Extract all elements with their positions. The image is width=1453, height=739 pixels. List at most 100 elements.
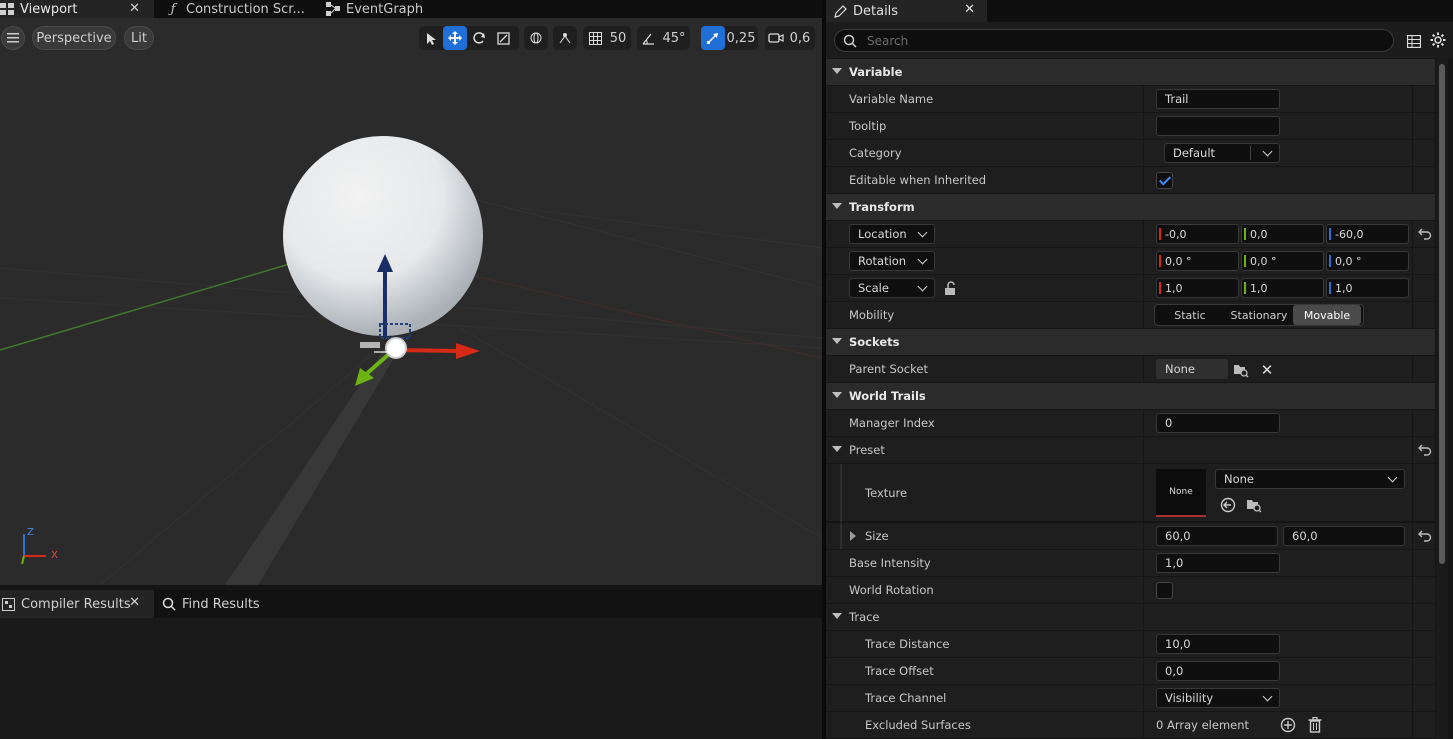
size-x-field[interactable]: 60,0 [1156,526,1278,546]
parent-socket-field[interactable]: None [1156,359,1228,379]
tab-viewport[interactable]: Viewport ✕ [0,0,154,18]
row-variable-name: Variable Name Trail [826,86,1435,113]
view-mode-button[interactable]: Perspective [32,26,116,50]
reset-arrow-icon[interactable] [1418,442,1432,456]
world-rotation-checkbox[interactable] [1156,582,1173,599]
category-transform[interactable]: Transform [826,194,1435,221]
tab-find-results[interactable]: Find Results [160,590,280,618]
scale-mode-dropdown[interactable]: Scale [849,278,935,298]
rotation-x-field[interactable]: 0,0 ° [1156,251,1239,271]
close-icon[interactable]: ✕ [129,1,140,16]
collapse-arrow-icon[interactable] [832,338,842,344]
manager-index-field[interactable]: 0 [1156,413,1280,433]
mobility-stationary-option[interactable]: Stationary [1225,305,1293,325]
row-base-intensity: Base Intensity 1,0 [826,550,1435,577]
rotation-y-field[interactable]: 0,0 ° [1241,251,1324,271]
variable-name-field[interactable]: Trail [1156,89,1280,109]
location-y-field[interactable]: 0,0 [1241,224,1324,244]
texture-value: None [1224,472,1255,486]
camera-speed-group[interactable]: 0,6 [765,26,815,50]
tab-event-graph[interactable]: EventGraph [326,0,456,18]
property-label: Mobility [849,308,895,322]
close-icon[interactable]: ✕ [129,595,140,610]
select-tool-button[interactable] [419,26,443,50]
collapse-arrow-icon[interactable] [832,446,842,452]
rotation-snap-group[interactable]: 45° [637,26,690,50]
reset-arrow-icon[interactable] [1418,226,1432,240]
trace-offset-field[interactable]: 0,0 [1156,661,1280,681]
mobility-static-option[interactable]: Static [1155,305,1225,325]
category-variable[interactable]: Variable [826,59,1435,86]
tab-construction-script[interactable]: ƒ Construction Scr... [166,0,306,18]
category-label: Sockets [849,335,900,349]
row-tooltip: Tooltip [826,113,1435,140]
row-location: Location -0,0 0,0 -60,0 [826,221,1435,248]
search-input[interactable] [867,33,1367,48]
grid-icon [588,31,602,45]
tab-details[interactable]: Details ✕ [826,0,987,22]
mobility-movable-option[interactable]: Movable [1293,305,1361,325]
translate-tool-button[interactable] [443,26,467,50]
grid-snap-group[interactable]: 50 [583,26,631,50]
rotate-tool-button[interactable] [467,26,491,50]
add-element-icon[interactable] [1279,716,1297,734]
location-z-field[interactable]: -60,0 [1326,224,1409,244]
scale-tool-button[interactable] [491,26,515,50]
category-world-trails[interactable]: World Trails [826,383,1435,410]
settings-gear-icon[interactable] [1429,31,1447,49]
scale-z-field[interactable]: 1,0 [1326,278,1409,298]
collapse-arrow-icon[interactable] [832,392,842,398]
tab-compiler-results[interactable]: Compiler Results ✕ [0,590,154,618]
row-preset[interactable]: Preset [826,437,1435,464]
trash-icon[interactable] [1306,716,1324,734]
rotation-mode-dropdown[interactable]: Rotation [849,251,935,271]
details-panel: Details ✕ Variable Variable Name Trail [826,0,1453,739]
scale-y-field[interactable]: 1,0 [1241,278,1324,298]
reset-arrow-icon[interactable] [1418,528,1432,542]
location-x-field[interactable]: -0,0 [1156,224,1239,244]
trace-channel-dropdown[interactable]: Visibility [1156,688,1280,708]
expand-arrow-icon[interactable] [850,531,856,541]
chevron-down-icon [1262,691,1273,702]
table-view-icon[interactable] [1405,32,1423,50]
editable-inherited-checkbox[interactable] [1156,172,1173,189]
rotation-z-field[interactable]: 0,0 ° [1326,251,1409,271]
collapse-arrow-icon[interactable] [832,613,842,619]
surface-snap-toggle[interactable] [553,26,577,50]
details-scrollbar[interactable] [1436,58,1448,739]
trace-distance-field[interactable]: 10,0 [1156,634,1280,654]
scrollbar-thumb[interactable] [1439,64,1445,564]
scale-snap-icon [707,33,718,44]
scale-snap-group[interactable]: 0,25 [701,26,758,50]
bottom-panel: Compiler Results ✕ Find Results [0,590,822,739]
category-dropdown[interactable]: Default [1164,143,1280,163]
tooltip-field[interactable] [1156,116,1280,136]
collapse-arrow-icon[interactable] [832,203,842,209]
close-icon[interactable]: ✕ [964,2,975,17]
scale-snap-value: 0,25 [726,30,756,46]
collapse-arrow-icon[interactable] [832,68,842,74]
world-local-toggle[interactable] [524,26,548,50]
tab-label: Compiler Results [21,596,131,612]
location-mode-dropdown[interactable]: Location [849,224,935,244]
lighting-mode-button[interactable]: Lit [124,26,154,50]
property-label: Size [865,529,889,543]
category-sockets[interactable]: Sockets [826,329,1435,356]
viewport[interactable]: Z X Perspective Lit 50 45° 0,25 0,6 [0,18,822,585]
function-icon: ƒ [170,1,176,17]
search-box[interactable] [834,29,1394,52]
property-label: Trace Channel [865,691,947,705]
property-label: Manager Index [849,416,935,430]
browse-folder-icon[interactable] [1232,361,1250,379]
row-trace[interactable]: Trace [826,604,1435,631]
base-intensity-field[interactable]: 1,0 [1156,553,1280,573]
clear-x-icon[interactable]: ✕ [1258,361,1276,379]
scale-x-field[interactable]: 1,0 [1156,278,1239,298]
unlock-icon[interactable] [941,279,959,297]
browse-folder-icon[interactable] [1245,496,1263,514]
size-y-field[interactable]: 60,0 [1283,526,1405,546]
texture-thumbnail[interactable]: None [1156,469,1206,517]
hamburger-menu-button[interactable] [1,26,25,50]
texture-asset-dropdown[interactable]: None [1215,469,1405,489]
use-selected-arrow-icon[interactable] [1219,496,1237,514]
